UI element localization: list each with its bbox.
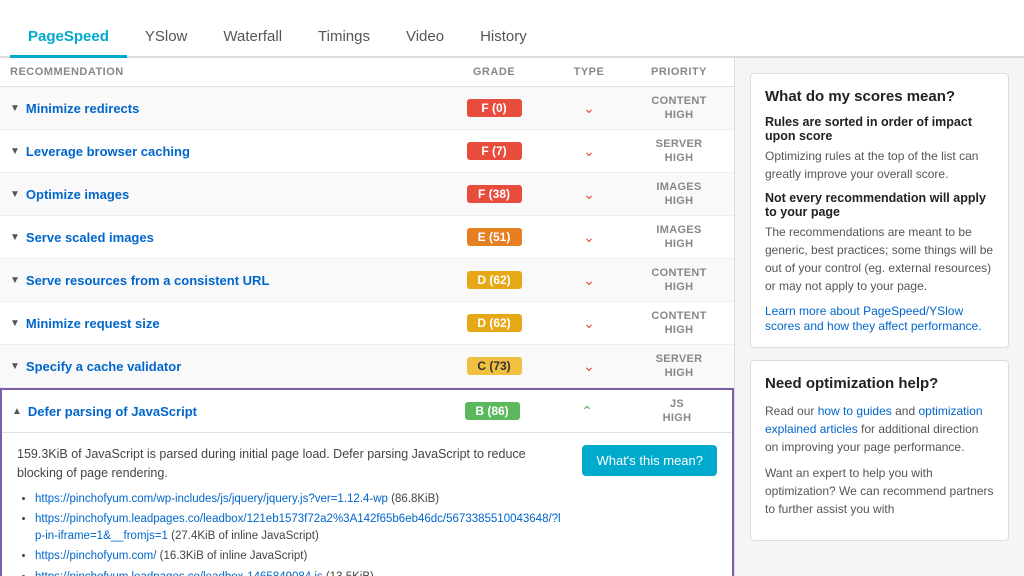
table-row: ▼ Specify a cache validator C (73) ⌄ SER… xyxy=(0,345,734,388)
type-text: CONTENT xyxy=(651,267,706,279)
expand-arrow: ▼ xyxy=(10,103,20,114)
tab-waterfall[interactable]: Waterfall xyxy=(205,18,300,58)
col-grade: GRADE xyxy=(444,66,544,78)
col-priority: PRIORITY xyxy=(634,66,724,78)
type-text: SERVER xyxy=(656,138,703,150)
rec-title[interactable]: ▼ Optimize images xyxy=(10,187,444,202)
tab-video[interactable]: Video xyxy=(388,18,462,58)
list-item: https://pinchofyum.leadpages.co/leadbox-… xyxy=(35,569,562,576)
js-link[interactable]: https://pinchofyum.leadpages.co/leadbox/… xyxy=(35,513,561,542)
chevron-icon: ⌄ xyxy=(544,229,634,246)
expanded-row: ▲ Defer parsing of JavaScript B (86) ⌃ J… xyxy=(0,388,734,576)
type-text: CONTENT xyxy=(651,95,706,107)
priority-text: HIGH xyxy=(665,238,694,250)
rec-title[interactable]: ▼ Specify a cache validator xyxy=(10,359,444,374)
rule1-text: Optimizing rules at the top of the list … xyxy=(765,147,994,183)
help-text-1: Read our how to guides and optimization … xyxy=(765,402,994,456)
grade-badge: B (86) xyxy=(465,402,520,420)
main-layout: RECOMMENDATION GRADE TYPE PRIORITY ▼ Min… xyxy=(0,58,1024,576)
grade-badge: F (0) xyxy=(467,99,522,117)
expanded-body: 159.3KiB of JavaScript is parsed during … xyxy=(2,433,732,576)
col-recommendation: RECOMMENDATION xyxy=(10,66,444,78)
expand-arrow: ▼ xyxy=(10,146,20,157)
type-text: IMAGES xyxy=(656,224,701,236)
col-type: TYPE xyxy=(544,66,634,78)
grade-badge: C (73) xyxy=(467,357,522,375)
table-row: ▼ Serve scaled images E (51) ⌄ IMAGES HI… xyxy=(0,216,734,259)
tabs-bar: PageSpeed YSlow Waterfall Timings Video … xyxy=(0,0,1024,58)
type-text: SERVER xyxy=(656,353,703,365)
help-text-2: Want an expert to help you with optimiza… xyxy=(765,464,994,518)
rec-title[interactable]: ▲ Defer parsing of JavaScript xyxy=(12,404,442,419)
expand-arrow: ▼ xyxy=(10,275,20,286)
help-box-title: Need optimization help? xyxy=(765,375,994,392)
table-row: ▼ Optimize images F (38) ⌄ IMAGES HIGH xyxy=(0,173,734,216)
type-text: CONTENT xyxy=(651,310,706,322)
table-row: ▼ Serve resources from a consistent URL … xyxy=(0,259,734,302)
table-header: RECOMMENDATION GRADE TYPE PRIORITY xyxy=(0,58,734,87)
whats-mean-button[interactable]: What's this mean? xyxy=(582,445,717,476)
priority-text: HIGH xyxy=(665,152,694,164)
expand-arrow: ▼ xyxy=(10,189,20,200)
priority-text: HIGH xyxy=(665,367,694,379)
js-link[interactable]: https://pinchofyum.leadpages.co/leadbox-… xyxy=(35,571,323,576)
scores-box-title: What do my scores mean? xyxy=(765,88,994,105)
rec-title[interactable]: ▼ Leverage browser caching xyxy=(10,144,444,159)
expand-arrow: ▼ xyxy=(10,361,20,372)
chevron-icon: ⌄ xyxy=(544,100,634,117)
expand-arrow: ▼ xyxy=(10,318,20,329)
grade-badge: D (62) xyxy=(467,314,522,332)
rec-title[interactable]: ▼ Serve resources from a consistent URL xyxy=(10,273,444,288)
collapse-arrow: ▲ xyxy=(12,406,22,417)
table-row: ▼ Minimize request size D (62) ⌄ CONTENT… xyxy=(0,302,734,345)
priority-text: HIGH xyxy=(665,109,694,121)
right-panel: What do my scores mean? Rules are sorted… xyxy=(734,58,1024,576)
list-item: https://pinchofyum.com/ (16.3KiB of inli… xyxy=(35,548,562,565)
priority-text: HIGH xyxy=(665,281,694,293)
expanded-description: 159.3KiB of JavaScript is parsed during … xyxy=(17,445,562,576)
chevron-up-icon: ⌃ xyxy=(542,403,632,420)
expanded-header: ▲ Defer parsing of JavaScript B (86) ⌃ J… xyxy=(2,390,732,433)
left-panel: RECOMMENDATION GRADE TYPE PRIORITY ▼ Min… xyxy=(0,58,734,576)
scores-learn-more-link[interactable]: Learn more about PageSpeed/YSlow scores … xyxy=(765,304,982,333)
expanded-links: https://pinchofyum.com/wp-includes/js/jq… xyxy=(17,491,562,576)
chevron-icon: ⌄ xyxy=(544,143,634,160)
tab-pagespeed[interactable]: PageSpeed xyxy=(10,18,127,58)
grade-badge: F (7) xyxy=(467,142,522,160)
tab-history[interactable]: History xyxy=(462,18,545,58)
chevron-icon: ⌄ xyxy=(544,315,634,332)
chevron-icon: ⌄ xyxy=(544,272,634,289)
list-item: https://pinchofyum.com/wp-includes/js/jq… xyxy=(35,491,562,508)
js-link[interactable]: https://pinchofyum.com/wp-includes/js/jq… xyxy=(35,493,388,505)
rec-title[interactable]: ▼ Serve scaled images xyxy=(10,230,444,245)
help-info-box: Need optimization help? Read our how to … xyxy=(750,360,1009,541)
priority-text: HIGH xyxy=(663,412,692,424)
rec-title[interactable]: ▼ Minimize redirects xyxy=(10,101,444,116)
grade-badge: E (51) xyxy=(467,228,522,246)
type-text: JS xyxy=(670,398,684,410)
tab-timings[interactable]: Timings xyxy=(300,18,388,58)
grade-badge: F (38) xyxy=(467,185,522,203)
chevron-icon: ⌄ xyxy=(544,358,634,375)
type-text: IMAGES xyxy=(656,181,701,193)
js-link[interactable]: https://pinchofyum.com/ xyxy=(35,550,156,562)
how-to-guides-link[interactable]: how to guides xyxy=(818,404,892,418)
rule2-title: Not every recommendation will apply to y… xyxy=(765,191,994,219)
rule2-text: The recommendations are meant to be gene… xyxy=(765,223,994,295)
chevron-icon: ⌄ xyxy=(544,186,634,203)
scores-info-box: What do my scores mean? Rules are sorted… xyxy=(750,73,1009,348)
tab-yslow[interactable]: YSlow xyxy=(127,18,206,58)
rule1-title: Rules are sorted in order of impact upon… xyxy=(765,115,994,143)
rec-title[interactable]: ▼ Minimize request size xyxy=(10,316,444,331)
list-item: https://pinchofyum.leadpages.co/leadbox/… xyxy=(35,511,562,546)
priority-text: HIGH xyxy=(665,195,694,207)
table-row: ▼ Leverage browser caching F (7) ⌄ SERVE… xyxy=(0,130,734,173)
expand-arrow: ▼ xyxy=(10,232,20,243)
priority-text: HIGH xyxy=(665,324,694,336)
table-row: ▼ Minimize redirects F (0) ⌄ CONTENT HIG… xyxy=(0,87,734,130)
grade-badge: D (62) xyxy=(467,271,522,289)
